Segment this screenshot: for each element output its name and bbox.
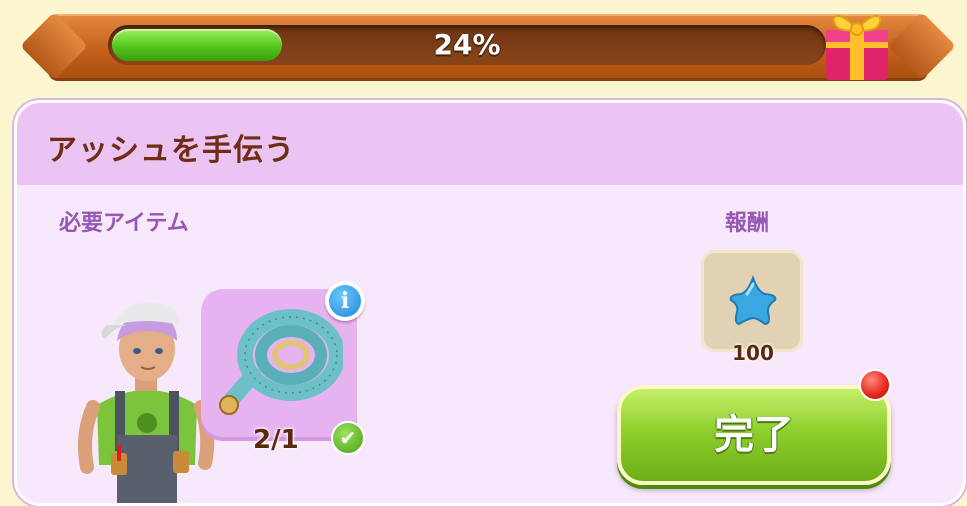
complete-button[interactable]: 完了 — [617, 385, 891, 485]
progress-banner: 24% — [48, 14, 928, 78]
quest-card: アッシュを手伝う 必要アイテム 報酬 i 2/1 ✔ 100 完了 — [14, 100, 966, 506]
reward-amount: 100 — [732, 341, 774, 365]
reward-tile — [701, 250, 803, 352]
item-count: 2/1 — [253, 425, 299, 455]
check-icon: ✔ — [331, 421, 365, 455]
character-ash-avatar — [78, 302, 215, 503]
measuring-tape-icon — [219, 309, 343, 415]
progress-percent: 24% — [433, 28, 501, 61]
info-icon: i — [329, 285, 361, 317]
quest-header: アッシュを手伝う — [17, 103, 963, 185]
info-button[interactable]: i — [325, 281, 365, 321]
quest-title: アッシュを手伝う — [47, 133, 295, 168]
progress-track: 24% — [108, 25, 826, 65]
blue-star-icon — [729, 275, 777, 326]
reward-label: 報酬 — [725, 211, 770, 236]
gift-box-icon[interactable] — [820, 0, 892, 84]
notification-dot — [859, 369, 891, 401]
required-items-label: 必要アイテム — [59, 211, 189, 236]
